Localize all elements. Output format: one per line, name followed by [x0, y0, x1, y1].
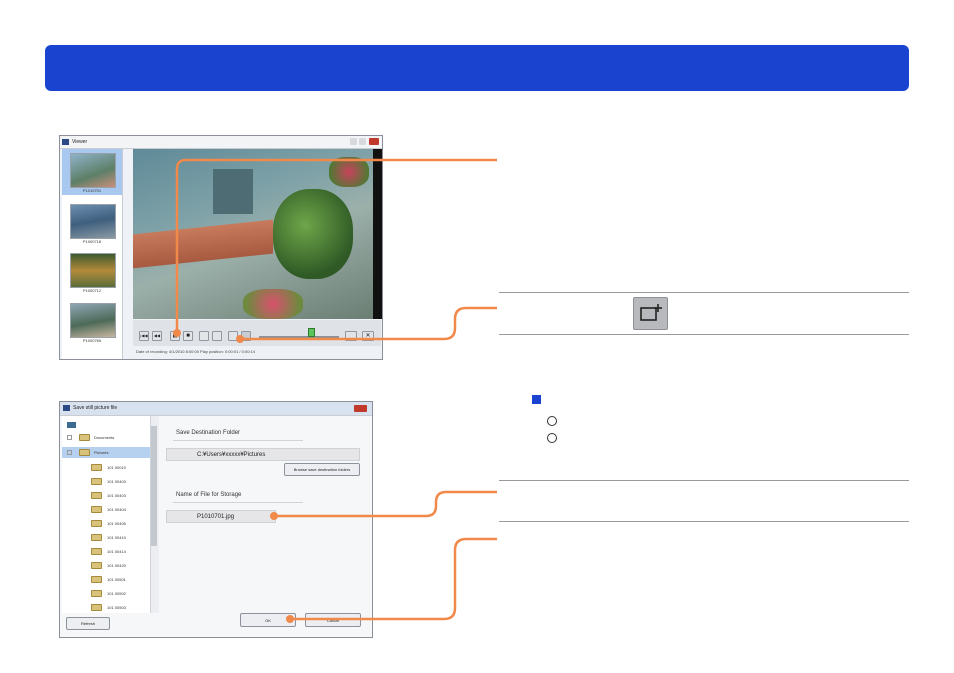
- thumbnail-4[interactable]: [70, 303, 116, 338]
- folder-icon: [79, 449, 90, 456]
- tree-item-pictures[interactable]: Pictures: [94, 450, 108, 455]
- folder-icon: [91, 506, 102, 513]
- seek-handle[interactable]: [308, 328, 315, 337]
- slow-button[interactable]: [228, 331, 238, 341]
- divider-line: [499, 480, 909, 481]
- folder-icon: [91, 478, 102, 485]
- frame-forward-button[interactable]: [212, 331, 222, 341]
- tree-item-subfolder[interactable]: 101 00403: [107, 479, 126, 484]
- thumbnail-label: P1000718: [82, 239, 102, 244]
- tree-item-subfolder[interactable]: 101 00420: [107, 563, 126, 568]
- folder-tree: Documents Pictures 101 00010 101 00403 1…: [62, 416, 159, 613]
- pause-button[interactable]: ▮▮: [170, 331, 180, 341]
- thumbnail-1[interactable]: [70, 153, 116, 188]
- preview-plants: [273, 189, 353, 279]
- tree-item-subfolder[interactable]: 101 00405: [107, 521, 126, 526]
- section-divider: [173, 502, 303, 503]
- dest-path-field: C:¥Users¥xxxxx¥Pictures: [166, 448, 360, 461]
- dialog-title: Save still picture file: [73, 405, 118, 411]
- maximize-button[interactable]: [359, 138, 366, 145]
- thumbnail-label: P1000765: [82, 338, 102, 343]
- tree-item-documents[interactable]: Documents: [94, 435, 114, 440]
- tree-scrollbar-thumb[interactable]: [151, 426, 157, 546]
- bullet-square-icon: [532, 395, 541, 404]
- thumbnail-2[interactable]: [70, 204, 116, 239]
- folder-icon: [79, 434, 90, 441]
- ok-button[interactable]: OK: [240, 613, 296, 627]
- skip-back-button[interactable]: |◀◀: [139, 331, 149, 341]
- dialog-app-icon: [63, 405, 70, 411]
- app-icon: [62, 139, 69, 145]
- frame-plus-icon: [640, 304, 662, 321]
- close-button[interactable]: [369, 138, 379, 145]
- folder-icon: [91, 534, 102, 541]
- save-dialog: Save still picture file Documents Pictur…: [59, 401, 373, 638]
- thumbnail-3[interactable]: [70, 253, 116, 288]
- divider-line: [499, 292, 909, 293]
- seek-slider[interactable]: [259, 336, 339, 338]
- viewer-titlebar: Viewer: [60, 136, 382, 149]
- minimize-button[interactable]: [350, 138, 357, 145]
- preview-right-strip: [373, 149, 382, 319]
- tree-item-subfolder[interactable]: 101 00410: [107, 535, 126, 540]
- thumbnail-label: P1010701: [82, 188, 102, 193]
- preview-window: [213, 169, 253, 214]
- tree-item-subfolder[interactable]: 101 00404: [107, 507, 126, 512]
- frame-back-button[interactable]: [199, 331, 209, 341]
- dest-folder-heading: Save Destination Folder: [176, 430, 241, 436]
- divider-line: [499, 334, 909, 335]
- dialog-close-button[interactable]: [354, 405, 367, 412]
- file-name-heading: Name of File for Storage: [176, 492, 242, 498]
- section-divider: [173, 440, 303, 441]
- viewer-window: Viewer P1010701 P1000718 P1000712 P10007…: [59, 135, 383, 360]
- refresh-button[interactable]: Refresh: [66, 617, 110, 630]
- tree-item-subfolder[interactable]: 101 00010: [107, 465, 126, 470]
- tree-item-subfolder[interactable]: 101 00501: [107, 577, 126, 582]
- preview-flowers-right: [329, 157, 369, 187]
- folder-icon: [91, 520, 102, 527]
- cancel-button[interactable]: Cancel: [305, 613, 361, 627]
- tree-item-subfolder[interactable]: 101 00502: [107, 591, 126, 596]
- exit-button[interactable]: ✕: [362, 331, 374, 341]
- save-still-icon[interactable]: [241, 331, 251, 341]
- folder-icon: [91, 548, 102, 555]
- stop-button[interactable]: ■: [183, 331, 193, 341]
- browse-folders-button[interactable]: Browse save destination folders: [284, 463, 360, 476]
- expand-icon[interactable]: [67, 450, 72, 455]
- folder-icon: [91, 576, 102, 583]
- folder-icon: [91, 492, 102, 499]
- controls-bar: |◀◀ ◀◀ ▮▮ ■ ✕: [133, 320, 381, 346]
- file-name-field[interactable]: P1010701.jpg: [166, 510, 276, 523]
- folder-icon: [91, 590, 102, 597]
- computer-icon: [67, 422, 76, 428]
- divider-line: [499, 521, 909, 522]
- circle-bullet-icon: [547, 416, 557, 426]
- header-banner: [45, 45, 909, 91]
- tree-item-subfolder[interactable]: 101 00403: [107, 493, 126, 498]
- folder-icon: [91, 464, 102, 471]
- viewer-title: Viewer: [72, 139, 88, 145]
- folder-icon: [91, 562, 102, 569]
- tree-item-subfolder[interactable]: 101 00503: [107, 605, 126, 610]
- viewer-status: Date of recording: 4/1/2010 8:00:00 Play…: [136, 349, 255, 354]
- fullscreen-button[interactable]: [345, 331, 357, 341]
- circle-bullet-icon: [547, 433, 557, 443]
- preview-flowers: [243, 289, 303, 319]
- thumbnail-label: P1000712: [82, 288, 102, 293]
- folder-icon: [91, 604, 102, 611]
- tree-item-subfolder[interactable]: 101 00414: [107, 549, 126, 554]
- rewind-button[interactable]: ◀◀: [152, 331, 162, 341]
- expand-icon[interactable]: [67, 435, 72, 440]
- dialog-titlebar: Save still picture file: [60, 402, 372, 416]
- thumbnail-list: P1010701 P1000718 P1000712 P1000765: [62, 149, 123, 359]
- preview-image: [133, 149, 373, 319]
- save-still-button-icon: [633, 297, 668, 330]
